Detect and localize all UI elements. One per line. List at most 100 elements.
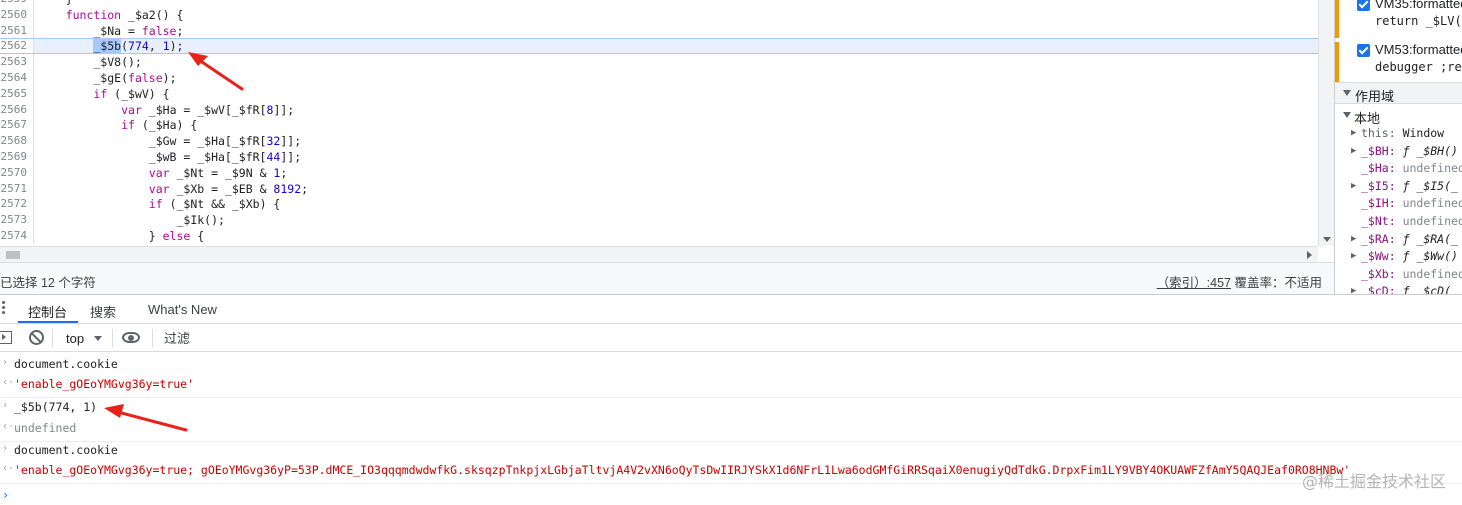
scroll-thumb[interactable] xyxy=(6,251,20,259)
variable-name-text: _$Xb: xyxy=(1361,266,1396,281)
code-line[interactable]: 2569 _$wB = _$Ha[_$fR[44]]; xyxy=(0,149,1318,165)
variable-value: undefined xyxy=(1402,196,1462,211)
line-number[interactable]: 2572 xyxy=(0,196,34,213)
variable-name: _$Xb: undefined xyxy=(1361,266,1462,284)
more-tabs-icon[interactable] xyxy=(2,301,6,315)
tab-whats-new[interactable]: What's New xyxy=(148,302,217,317)
console-prefix-icon: › xyxy=(2,443,9,454)
console-result-line[interactable]: ‹·'enable_gOEoYMGvg36y=true; gOEoYMGvg36… xyxy=(0,463,1462,481)
scope-variable[interactable]: ▶ _$BH: ƒ _$BH() xyxy=(1335,143,1462,161)
console-toolbar: top xyxy=(0,324,1462,352)
code-text: _$V8(); xyxy=(38,55,142,70)
expand-triangle-icon[interactable]: ▶ xyxy=(1351,248,1356,266)
code-line[interactable]: 2573 _$Ik(); xyxy=(0,212,1318,229)
code-text: var _$Ha = _$wV[_$fR[8]]; xyxy=(121,102,295,117)
line-number[interactable]: 2568 xyxy=(0,133,34,150)
tab-search[interactable]: 搜索 xyxy=(90,302,116,321)
line-number[interactable]: 2561 xyxy=(0,22,34,39)
breakpoint-checkbox[interactable] xyxy=(1357,0,1370,11)
line-number[interactable]: 2571 xyxy=(0,180,34,197)
index-location-link[interactable]: （索引）:457 xyxy=(1157,276,1231,290)
show-sidebar-icon[interactable] xyxy=(0,331,12,344)
live-expression-eye-icon[interactable] xyxy=(122,332,140,343)
tab-console[interactable]: 控制台 xyxy=(28,302,67,321)
console-input-line[interactable]: › document.cookie xyxy=(0,443,1462,461)
breakpoint-location: VM35:formatted xyxy=(1375,0,1462,11)
variable-value: Window xyxy=(1402,126,1445,140)
console-result-line[interactable]: ‹· undefined xyxy=(0,421,1462,439)
console-text: _$5b(774, 1) xyxy=(14,400,98,414)
expand-triangle-icon[interactable]: ▶ xyxy=(1351,283,1356,294)
line-number[interactable]: 2566 xyxy=(0,101,34,118)
expand-triangle-icon[interactable]: ▶ xyxy=(1351,143,1356,161)
code-line[interactable]: 2571 var _$Xb = _$EB & 8192; xyxy=(0,180,1318,197)
variable-name: _$Nt: undefined xyxy=(1361,213,1462,231)
code-line[interactable]: 2564 _$gE(false); xyxy=(0,70,1318,86)
variable-name-text: _$BH: xyxy=(1361,143,1396,158)
status-right: （索引）:457 覆盖率：不适用 xyxy=(1157,272,1322,291)
variable-value: undefined xyxy=(1402,161,1462,176)
line-number[interactable]: 2569 xyxy=(0,149,34,165)
source-editor[interactable]: 2559 }2560 function _$a2() {2561 _$Na = … xyxy=(0,0,1318,246)
console-result-line[interactable]: ‹·'enable_gOEoYMGvg36y=true' xyxy=(0,377,1462,395)
console-text: document.cookie xyxy=(14,443,118,457)
console-input-line[interactable]: › _$5b(774, 1) xyxy=(0,400,1462,418)
console-input-line[interactable]: › document.cookie xyxy=(0,357,1462,375)
breakpoint-item[interactable]: VM53:formatted debugger ;ret xyxy=(1335,42,1462,82)
breakpoint-checkbox[interactable] xyxy=(1357,44,1370,57)
code-text: function _$a2() { xyxy=(65,7,184,22)
editor-vertical-scrollbar[interactable] xyxy=(1318,0,1334,246)
console-output[interactable]: › document.cookie ‹·'enable_gOEoYMGvg36y=t… xyxy=(0,352,1462,505)
variable-name-text: _$IH: xyxy=(1361,196,1396,211)
line-number[interactable]: 2570 xyxy=(0,164,34,181)
code-line[interactable]: 2561 _$Na = false; xyxy=(0,22,1318,39)
editor-horizontal-scrollbar[interactable] xyxy=(0,246,1318,262)
code-line[interactable]: 2568 _$Gw = _$Ha[_$fR[32]]; xyxy=(0,133,1318,150)
filter-input[interactable] xyxy=(160,328,760,348)
console-prompt[interactable]: › xyxy=(2,488,9,502)
line-number[interactable]: 2562 xyxy=(0,39,34,54)
console-text: document.cookie xyxy=(14,357,118,371)
line-number[interactable]: 2574 xyxy=(0,228,34,244)
scroll-right-icon[interactable] xyxy=(1307,251,1312,259)
expand-triangle-icon[interactable]: ▶ xyxy=(1351,178,1356,196)
code-line[interactable]: 2570 var _$Nt = _$9N & 1; xyxy=(0,164,1318,181)
scope-section-header[interactable]: 作用域 xyxy=(1335,82,1462,104)
line-number[interactable]: 2560 xyxy=(0,6,34,23)
line-number[interactable]: 2573 xyxy=(0,212,34,229)
line-number[interactable]: 2565 xyxy=(0,85,34,102)
code-line[interactable]: 2574 } else { xyxy=(0,228,1318,244)
context-label: top xyxy=(66,331,85,346)
breakpoint-item[interactable]: VM35:formatted return _$LV(5 xyxy=(1335,0,1462,38)
clear-console-icon[interactable] xyxy=(29,330,44,345)
code-line[interactable]: 2567 if (_$Ha) { xyxy=(0,117,1318,134)
code-text: var _$Xb = _$EB & 8192; xyxy=(148,181,309,196)
expand-triangle-icon[interactable]: ▶ xyxy=(1351,231,1356,249)
scope-variable[interactable]: ▶ _$RA: ƒ _$RA(_ xyxy=(1335,231,1462,249)
code-line[interactable]: 2562 _$5b(774, 1); xyxy=(0,38,1318,55)
line-number[interactable]: 2563 xyxy=(0,54,34,71)
code-line[interactable]: 2565 if (_$wV) { xyxy=(0,85,1318,102)
code-line[interactable]: 2560 function _$a2() { xyxy=(0,6,1318,23)
console-text: 'enable_gOEoYMGvg36y=true' xyxy=(14,377,195,391)
console-prefix-icon: › xyxy=(2,400,9,411)
scope-variable[interactable]: _$Nt: undefined xyxy=(1335,213,1462,231)
scope-variable[interactable]: _$IH: undefined xyxy=(1335,195,1462,213)
toolbar-divider xyxy=(112,329,113,347)
code-line[interactable]: 2563 _$V8(); xyxy=(0,54,1318,71)
scope-variable[interactable]: ▶ _$I5: ƒ _$I5(_ xyxy=(1335,178,1462,196)
local-scope-header[interactable]: 本地 xyxy=(1335,107,1462,126)
code-text: if (_$Nt && _$Xb) { xyxy=(148,197,281,212)
scope-variable[interactable]: ▶ _$cD: ƒ _$cD( xyxy=(1335,283,1462,294)
expand-triangle-icon[interactable]: ▶ xyxy=(1351,125,1356,143)
code-line[interactable]: 2566 var _$Ha = _$wV[_$fR[8]]; xyxy=(0,101,1318,118)
code-line[interactable]: 2572 if (_$Nt && _$Xb) { xyxy=(0,196,1318,213)
scope-variable[interactable]: _$Ha: undefined xyxy=(1335,160,1462,178)
scope-variable[interactable]: _$Xb: undefined xyxy=(1335,266,1462,284)
variable-value: ƒ _$BH() xyxy=(1402,143,1458,158)
scroll-down-icon[interactable] xyxy=(1323,237,1331,242)
line-number[interactable]: 2567 xyxy=(0,117,34,134)
line-number[interactable]: 2564 xyxy=(0,70,34,86)
scope-variable[interactable]: ▶ _$Ww: ƒ _$Ww() xyxy=(1335,248,1462,266)
scope-variable[interactable]: ▶ this: Window xyxy=(1335,125,1462,143)
